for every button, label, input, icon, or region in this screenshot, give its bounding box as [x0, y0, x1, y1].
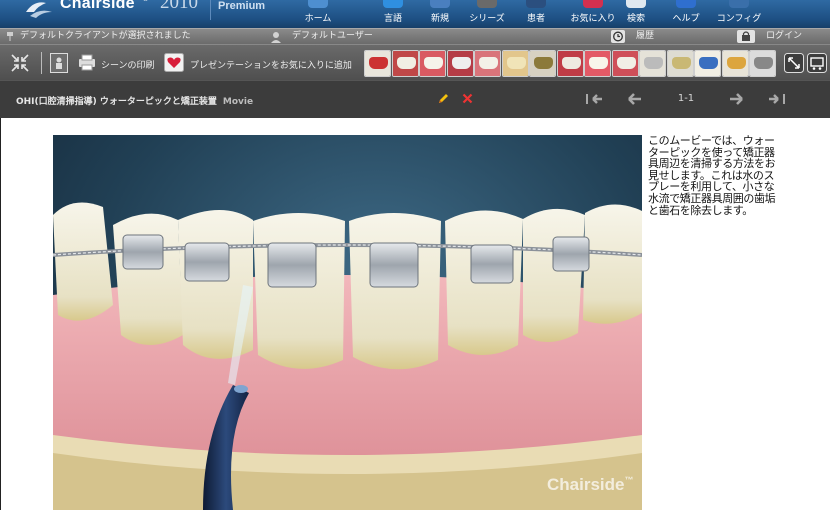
scene-thumbnail[interactable] — [694, 50, 721, 77]
help-icon — [676, 0, 696, 8]
nav-button-series[interactable]: シリーズ — [462, 0, 512, 28]
braces-illustration — [53, 202, 642, 510]
user-status[interactable]: デフォルトユーザー — [292, 31, 373, 42]
scene-thumbnail[interactable] — [666, 50, 694, 77]
user-icon — [271, 32, 281, 43]
nav-button-config[interactable]: コンフィグ — [714, 0, 764, 28]
status-bar: デフォルトクライアントが選択されました デフォルトユーザー 履歴 ログイン — [0, 28, 830, 44]
nav-label: コンフィグ — [716, 14, 762, 24]
series-icon — [477, 0, 497, 8]
trademark-mark: ® — [142, 0, 149, 3]
edit-pencil-icon[interactable] — [437, 93, 449, 105]
config-icon — [729, 0, 749, 8]
scene-thumbnail[interactable] — [529, 50, 556, 77]
edition-label: Premium — [210, 0, 280, 20]
nav-button-help[interactable]: ヘルプ — [661, 0, 711, 28]
nav-label: 患者 — [526, 14, 545, 24]
first-page-icon[interactable] — [585, 92, 603, 106]
scene-thumbnail[interactable] — [749, 50, 776, 77]
delete-x-icon[interactable] — [462, 93, 473, 104]
last-page-icon[interactable] — [768, 92, 786, 106]
nav-button-home[interactable]: ホーム — [293, 0, 343, 28]
language-icon — [383, 0, 403, 8]
nav-label: ヘルプ — [672, 14, 700, 24]
nav-label: シリーズ — [469, 14, 505, 24]
scene-thumbnail[interactable] — [364, 50, 391, 77]
person-icon[interactable] — [50, 53, 68, 73]
content-area: Chairside™ このムービーでは、ウォーターピックを使って矯正器具周辺を清… — [0, 118, 830, 510]
favorites-icon — [583, 0, 603, 8]
search-icon — [626, 0, 646, 8]
app-window: Chairside ® 2010 Premium ホーム言語新規シリーズ患者お気… — [0, 0, 830, 510]
scene-thumbnail[interactable] — [639, 50, 666, 77]
scene-thumbnail[interactable] — [584, 50, 611, 77]
movie-title-bar: OHI(口腔清掃指導) ウォーターピックと矯正装置 Movie 1-1 — [0, 80, 830, 118]
nav-label: 新規 — [430, 14, 449, 24]
page-indicator: 1-1 — [677, 93, 695, 104]
history-link[interactable]: 履歴 — [636, 31, 654, 42]
collapse-icon[interactable] — [11, 54, 29, 72]
patient-icon — [526, 0, 546, 8]
nav-label: 検索 — [626, 14, 645, 24]
lock-icon[interactable] — [737, 30, 755, 43]
toolbar: シーンの印刷 プレゼンテーションをお気に入りに追加 — [0, 44, 830, 80]
clock-icon[interactable] — [611, 30, 625, 43]
next-page-icon[interactable] — [729, 92, 745, 106]
nav-button-search[interactable]: 検索 — [611, 0, 661, 28]
home-icon — [308, 0, 328, 8]
new-icon — [430, 0, 450, 8]
movie-title: OHI(口腔清掃指導) ウォーターピックと矯正装置 Movie — [16, 97, 254, 107]
scene-thumbnail[interactable] — [446, 50, 474, 77]
scene-thumbnail[interactable] — [556, 50, 584, 77]
scene-thumbnail[interactable] — [474, 50, 501, 77]
add-favorite-button[interactable]: プレゼンテーションをお気に入りに追加 — [190, 58, 352, 71]
app-logo[interactable]: Chairside ® 2010 — [20, 0, 220, 26]
scene-thumbnail[interactable] — [501, 50, 529, 77]
print-scene-button[interactable]: シーンの印刷 — [101, 58, 155, 71]
login-link[interactable]: ログイン — [766, 31, 802, 42]
client-status: デフォルトクライアントが選択されました — [20, 31, 191, 41]
scene-thumbnail[interactable] — [419, 50, 446, 77]
header-bar: Chairside ® 2010 Premium ホーム言語新規シリーズ患者お気… — [0, 0, 830, 28]
top-navigation: ホーム 言語 新規 シリーズ 患者 お気に入り 検索 ヘルプ コンフィグ — [290, 0, 770, 28]
chairside-watermark: Chairside™ — [547, 475, 634, 494]
presentation-icon[interactable] — [807, 53, 827, 73]
nav-label: 言語 — [383, 14, 402, 24]
nav-label: ホーム — [304, 14, 332, 24]
pin-icon — [7, 32, 13, 41]
app-brand: Chairside — [60, 0, 135, 12]
movie-player[interactable]: Chairside™ — [53, 135, 642, 510]
movie-description: このムービーでは、ウォーターピックを使って矯正器具周辺を清掃する方法をお見せしま… — [648, 134, 776, 217]
nav-button-new[interactable]: 新規 — [415, 0, 465, 28]
nav-button-language[interactable]: 言語 — [368, 0, 418, 28]
heart-icon[interactable] — [164, 53, 184, 72]
printer-icon[interactable] — [78, 54, 96, 71]
toolbar-divider — [41, 52, 42, 74]
chair-logo-icon — [26, 2, 52, 18]
scene-thumbnail[interactable] — [721, 50, 749, 77]
scene-thumbnail[interactable] — [611, 50, 639, 77]
previous-page-icon[interactable] — [626, 92, 642, 106]
app-year: 2010 — [160, 0, 198, 13]
scene-thumbnail[interactable] — [391, 50, 419, 77]
media-type: Movie — [222, 97, 254, 107]
fullscreen-icon[interactable] — [784, 53, 804, 73]
nav-button-patient[interactable]: 患者 — [511, 0, 561, 28]
